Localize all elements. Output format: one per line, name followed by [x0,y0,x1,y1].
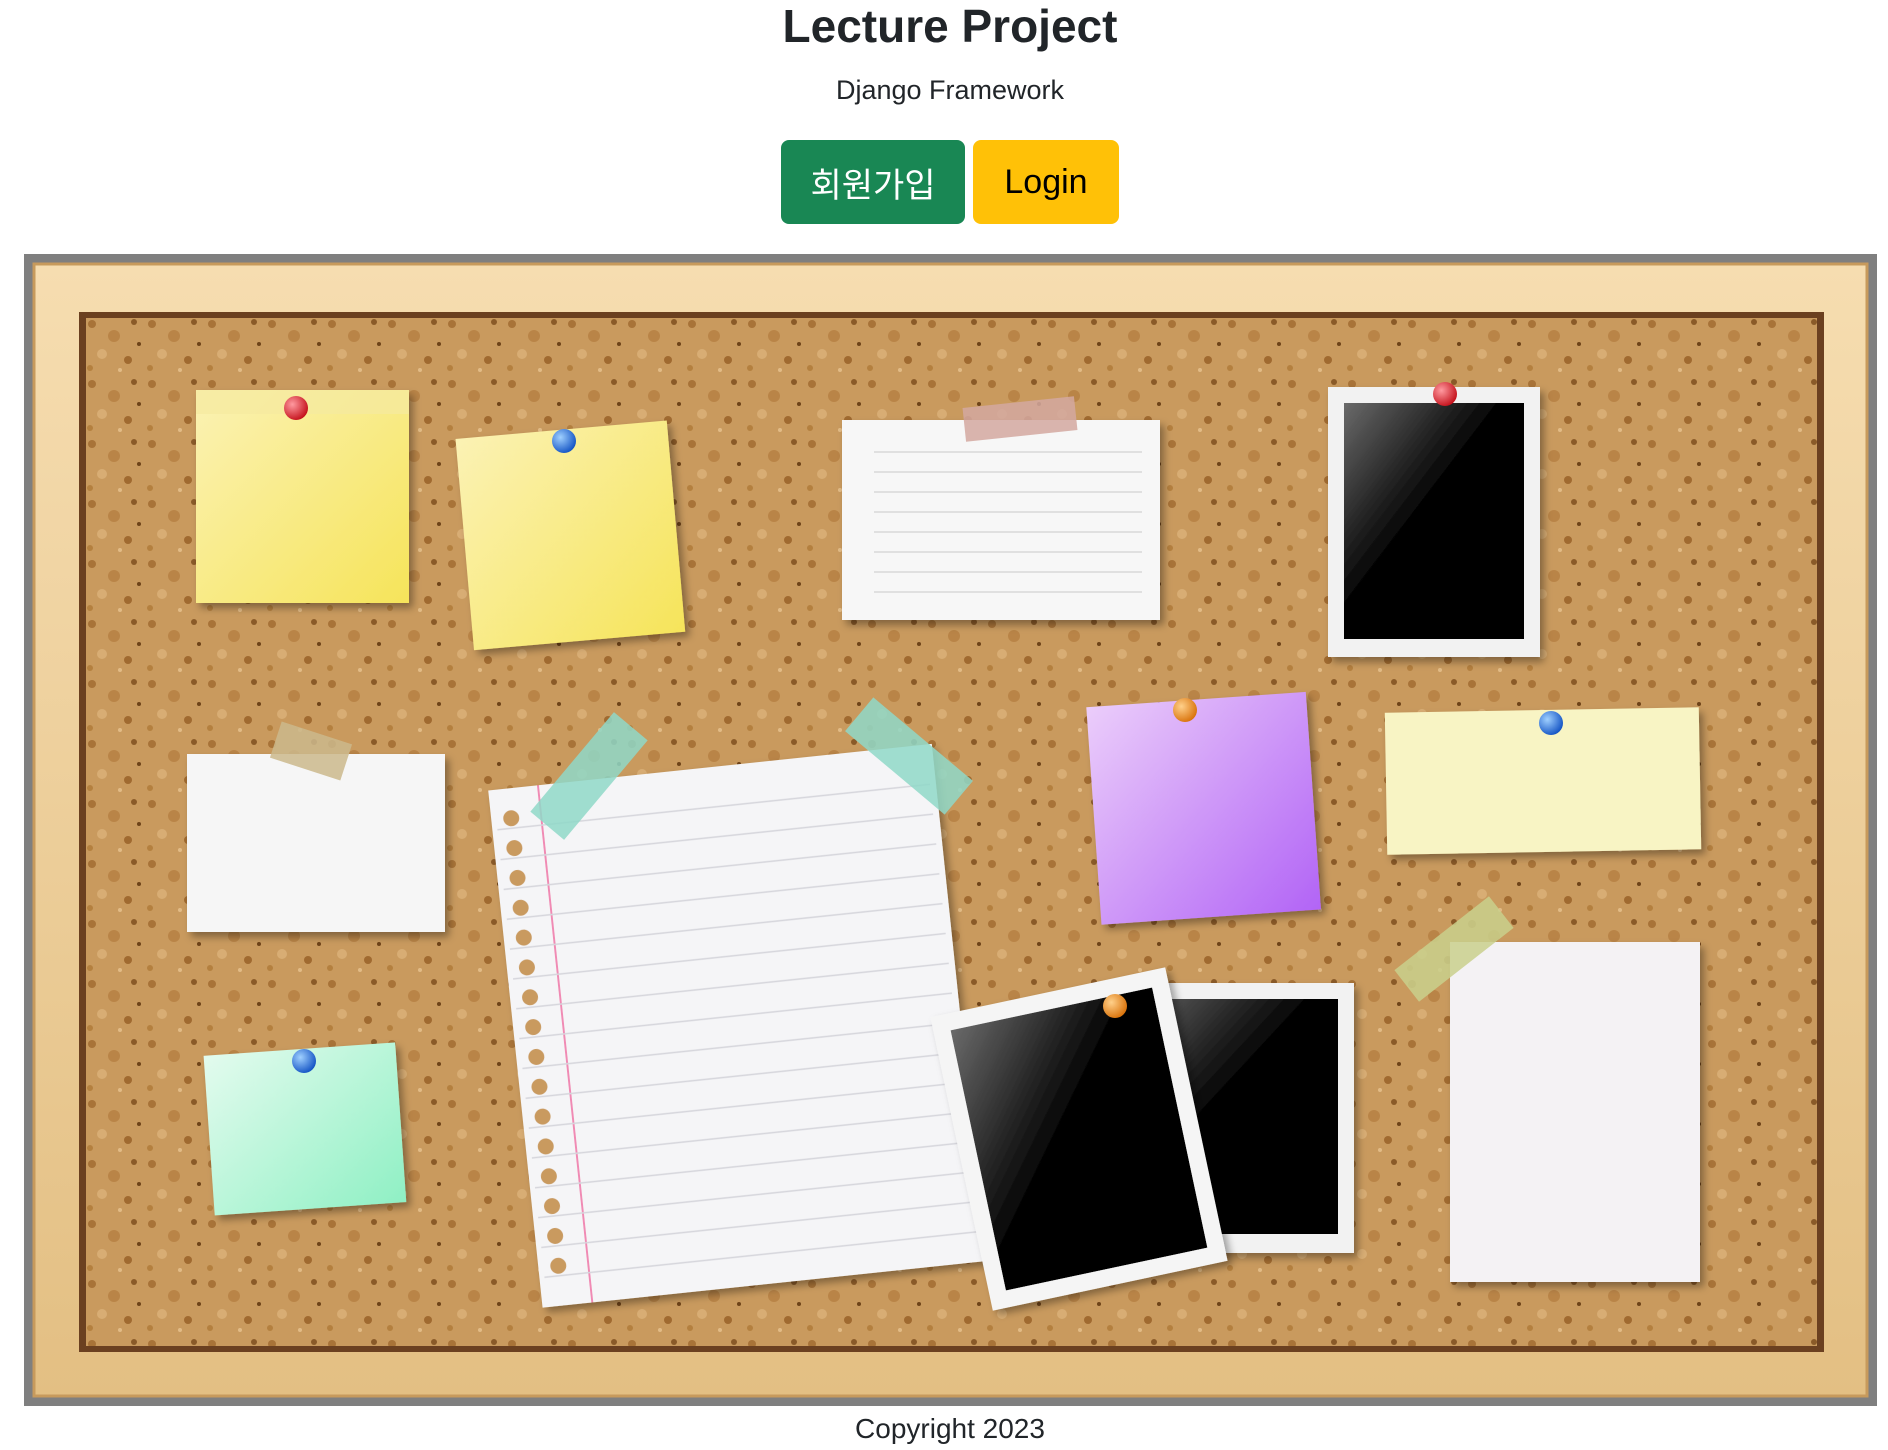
polaroid-photo [1328,387,1540,657]
page-subtitle: Django Framework [835,75,1065,105]
action-buttons: 회원가입 Login [0,140,1888,224]
sticky-note-yellow-tilted [455,420,686,651]
pushpin-orange-icon [1103,994,1127,1018]
pushpin-orange-icon [1173,698,1197,722]
lined-paper-note [842,420,1160,620]
pushpin-blue-icon [292,1049,316,1073]
signup-button[interactable]: 회원가입 [781,140,965,224]
sticky-note-yellow [196,390,409,603]
login-button[interactable]: Login [973,140,1119,224]
white-note [187,754,445,932]
pushpin-blue-icon [552,429,576,453]
pushpin-red-icon [284,396,308,420]
footer-copyright: Copyright 2023 [855,1413,1045,1444]
pushpin-blue-icon [1539,711,1563,735]
torn-paper-note [1450,942,1700,1282]
page: Lecture Project Django Framework 회원가입 Lo… [0,0,1888,1450]
corkboard-illustration [32,262,1869,1398]
page-title: Lecture Project [782,0,1118,52]
pushpin-red-icon [1433,382,1457,406]
corkboard-image [24,254,1877,1406]
sticky-note-purple [1086,691,1321,925]
